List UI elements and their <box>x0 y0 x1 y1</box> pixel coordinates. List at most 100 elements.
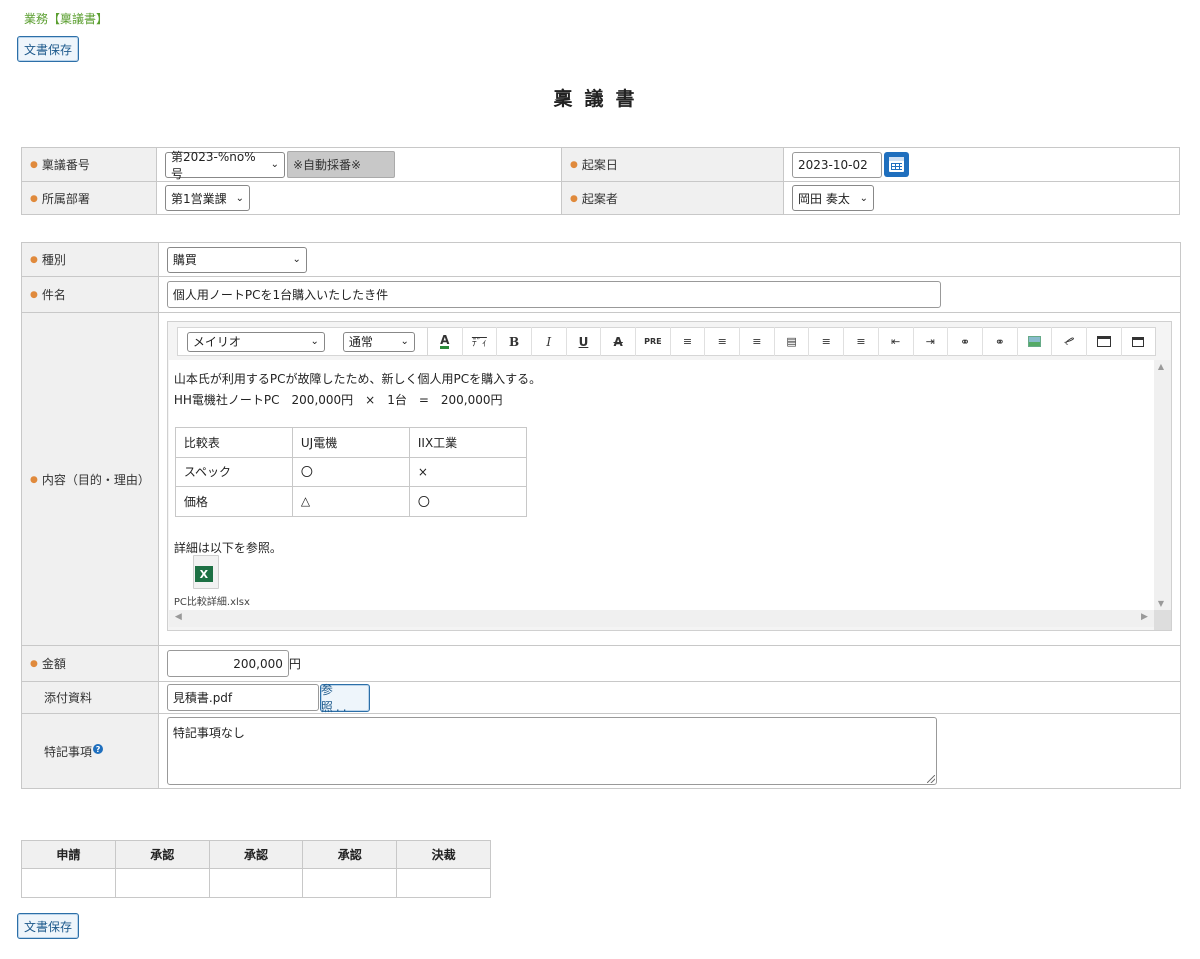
page-title: 稟議書 <box>553 88 647 110</box>
special-notes-label: 特記事項? <box>21 713 159 789</box>
table-cell: 〇 <box>408 486 527 517</box>
category-label: ● 種別 <box>21 242 159 277</box>
approval-header-approve-3: 承認 <box>302 840 398 869</box>
amount-input[interactable]: 200,000 <box>166 650 289 677</box>
approval-header-approve-1: 承認 <box>114 840 210 869</box>
unordered-list-icon[interactable]: ≡ <box>843 327 878 356</box>
font-color-icon[interactable]: A <box>426 327 462 356</box>
ordered-list-icon[interactable]: ≡ <box>808 327 843 356</box>
attachment-filename[interactable]: PC比較詳細.xlsx <box>174 593 250 608</box>
department-select[interactable]: 第1営業課 ⌄ <box>165 185 250 211</box>
content-line-1: 山本氏が利用するPCが故障したため、新しく個人用PCを購入する。 <box>173 372 542 386</box>
image-icon[interactable] <box>1016 327 1052 356</box>
scroll-down-icon[interactable]: ▼ <box>1158 599 1164 608</box>
horizontal-scrollbar[interactable]: ◀ ▶ <box>168 610 1156 627</box>
chevron-down-icon: ⌄ <box>859 192 868 204</box>
outdent-icon[interactable]: ⇤ <box>877 327 913 356</box>
subject-label: ● 件名 <box>21 276 159 313</box>
editor-toolbar: メイリオ ⌄ 通常 ⌄ A ﾃﾞｨ B I U A PRE ≡ ≡ ≡ ▤ ≡ ≡ … <box>176 327 1157 356</box>
scroll-left-icon[interactable]: ◀ <box>175 612 182 622</box>
table-cell: IIX工業 <box>408 427 527 458</box>
indent-icon[interactable]: ⇥ <box>912 327 948 356</box>
resize-grip-icon[interactable] <box>926 775 935 783</box>
html-source-icon[interactable] <box>1120 327 1156 356</box>
category-select[interactable]: 購買 ⌄ <box>166 246 307 273</box>
preformatted-icon[interactable]: PRE <box>635 327 670 356</box>
help-icon[interactable]: ? <box>93 744 104 754</box>
content-line-2: HH電機社ノートPC 200,000円 × 1台 = 200,000円 <box>173 393 503 407</box>
approval-stamp-cell <box>396 868 491 898</box>
rich-text-editor: メイリオ ⌄ 通常 ⌄ A ﾃﾞｨ B I U A PRE ≡ ≡ ≡ ▤ ≡ ≡ … <box>166 321 1172 631</box>
attachment-cell: 見積書.pdf参 照.. <box>157 681 1181 714</box>
ringi-number-select[interactable]: 第2023-%no%号 ⌄ <box>165 150 285 181</box>
ringi-number-label: ● 稟議番号 <box>21 147 157 182</box>
attachment-icon[interactable]: ℓ <box>1051 327 1086 356</box>
approval-stamp-cell <box>114 868 210 898</box>
browse-button[interactable]: 参 照.. <box>319 683 370 714</box>
chevron-down-icon: ⌄ <box>270 159 279 170</box>
table-cell: スペック <box>174 456 293 487</box>
excel-file-icon[interactable]: X <box>192 555 221 589</box>
breadcrumb[interactable]: 業務【稟議書】 <box>24 10 108 27</box>
italic-icon[interactable]: I <box>530 327 566 356</box>
drafter-select[interactable]: 岡田 奏太 ⌄ <box>792 185 874 211</box>
justify-icon[interactable]: ▤ <box>773 327 809 356</box>
bold-icon[interactable]: B <box>496 327 531 356</box>
content-line-3: 詳細は以下を参照。 <box>173 541 282 555</box>
font-family-select[interactable]: メイリオ ⌄ <box>186 331 325 352</box>
amount-label: ● 金額 <box>21 645 159 682</box>
special-notes-textarea[interactable]: 特記事項なし <box>166 717 937 785</box>
subject-cell: 個人用ノートPCを1台購入いたしたき件 <box>157 276 1181 313</box>
table-icon[interactable] <box>1085 327 1121 356</box>
table-cell: △ <box>291 486 410 517</box>
approval-header-apply: 申請 <box>21 840 116 869</box>
scroll-right-icon[interactable]: ▶ <box>1141 612 1148 622</box>
amount-cell: 200,000 円 <box>157 645 1181 682</box>
content-cell: メイリオ ⌄ 通常 ⌄ A ﾃﾞｨ B I U A PRE ≡ ≡ ≡ ▤ ≡ ≡ … <box>157 312 1181 646</box>
underline-icon[interactable]: U <box>565 327 601 356</box>
attachment-input[interactable]: 見積書.pdf <box>166 684 319 711</box>
chevron-down-icon: ⌄ <box>310 336 319 347</box>
align-center-icon[interactable]: ≡ <box>704 327 739 356</box>
align-right-icon[interactable]: ≡ <box>739 327 774 356</box>
resize-corner[interactable] <box>1153 610 1171 630</box>
main-form: ● 種別 購買 ⌄ ● 件名 個人用ノートPCを1台購入いたしたき件 ● 内容（目的・理… <box>21 242 1181 789</box>
save-document-button-bottom[interactable]: 文書保存 <box>17 913 80 939</box>
chevron-down-icon: ⌄ <box>235 192 244 204</box>
chevron-down-icon: ⌄ <box>400 336 409 347</box>
amount-unit: 円 <box>288 657 301 671</box>
special-notes-cell: 特記事項なし <box>157 713 1181 789</box>
approval-header-decision: 決裁 <box>396 840 491 869</box>
subject-input[interactable]: 個人用ノートPCを1台購入いたしたき件 <box>166 281 941 308</box>
approval-table: 申請 承認 承認 承認 決裁 <box>21 840 491 898</box>
vertical-scrollbar[interactable]: ▲ ▼ <box>1153 360 1171 610</box>
align-left-icon[interactable]: ≡ <box>669 327 705 356</box>
auto-number-note: ※自動採番※ <box>287 151 395 178</box>
ringi-number-cell: 第2023-%no%号 ⌄ ※自動採番※ <box>156 147 562 182</box>
table-cell: 価格 <box>174 486 293 517</box>
comparison-table: 比較表 UJ電機 IIX工業 スペック〇 × 価格 △ 〇 <box>174 427 527 517</box>
approval-stamp-cell <box>302 868 398 898</box>
strikethrough-icon[interactable]: A <box>600 327 635 356</box>
unlink-icon[interactable]: ⚭ <box>981 327 1017 356</box>
draft-date-cell: 2023-10-02 <box>783 147 1180 182</box>
department-cell: 第1営業課 ⌄ <box>156 181 562 215</box>
table-cell: 〇 <box>291 456 410 487</box>
save-document-button[interactable]: 文書保存 <box>17 36 80 62</box>
header-form: ● 稟議番号 第2023-%no%号 ⌄ ※自動採番※ ● 起案日 2023-10-02… <box>21 147 1180 215</box>
link-icon[interactable]: ⚭ <box>947 327 982 356</box>
highlight-icon[interactable]: ﾃﾞｨ <box>461 327 497 356</box>
drafter-cell: 岡田 奏太 ⌄ <box>783 181 1180 215</box>
draft-date-input[interactable]: 2023-10-02 <box>792 151 882 178</box>
chevron-down-icon: ⌄ <box>292 254 301 265</box>
table-cell: UJ電機 <box>291 427 410 458</box>
attachment-label: 添付資料 <box>21 681 159 714</box>
calendar-icon[interactable] <box>884 152 909 177</box>
scroll-up-icon[interactable]: ▲ <box>1158 362 1164 371</box>
approval-stamp-cell <box>208 868 304 898</box>
editor-content[interactable]: 山本氏が利用するPCが故障したため、新しく個人用PCを購入する。 HH電機社ノー… <box>168 360 1156 610</box>
font-size-select[interactable]: 通常 ⌄ <box>342 331 415 352</box>
approval-stamp-cell <box>21 868 116 898</box>
category-cell: 購買 ⌄ <box>157 242 1181 277</box>
table-cell: 比較表 <box>174 427 293 458</box>
